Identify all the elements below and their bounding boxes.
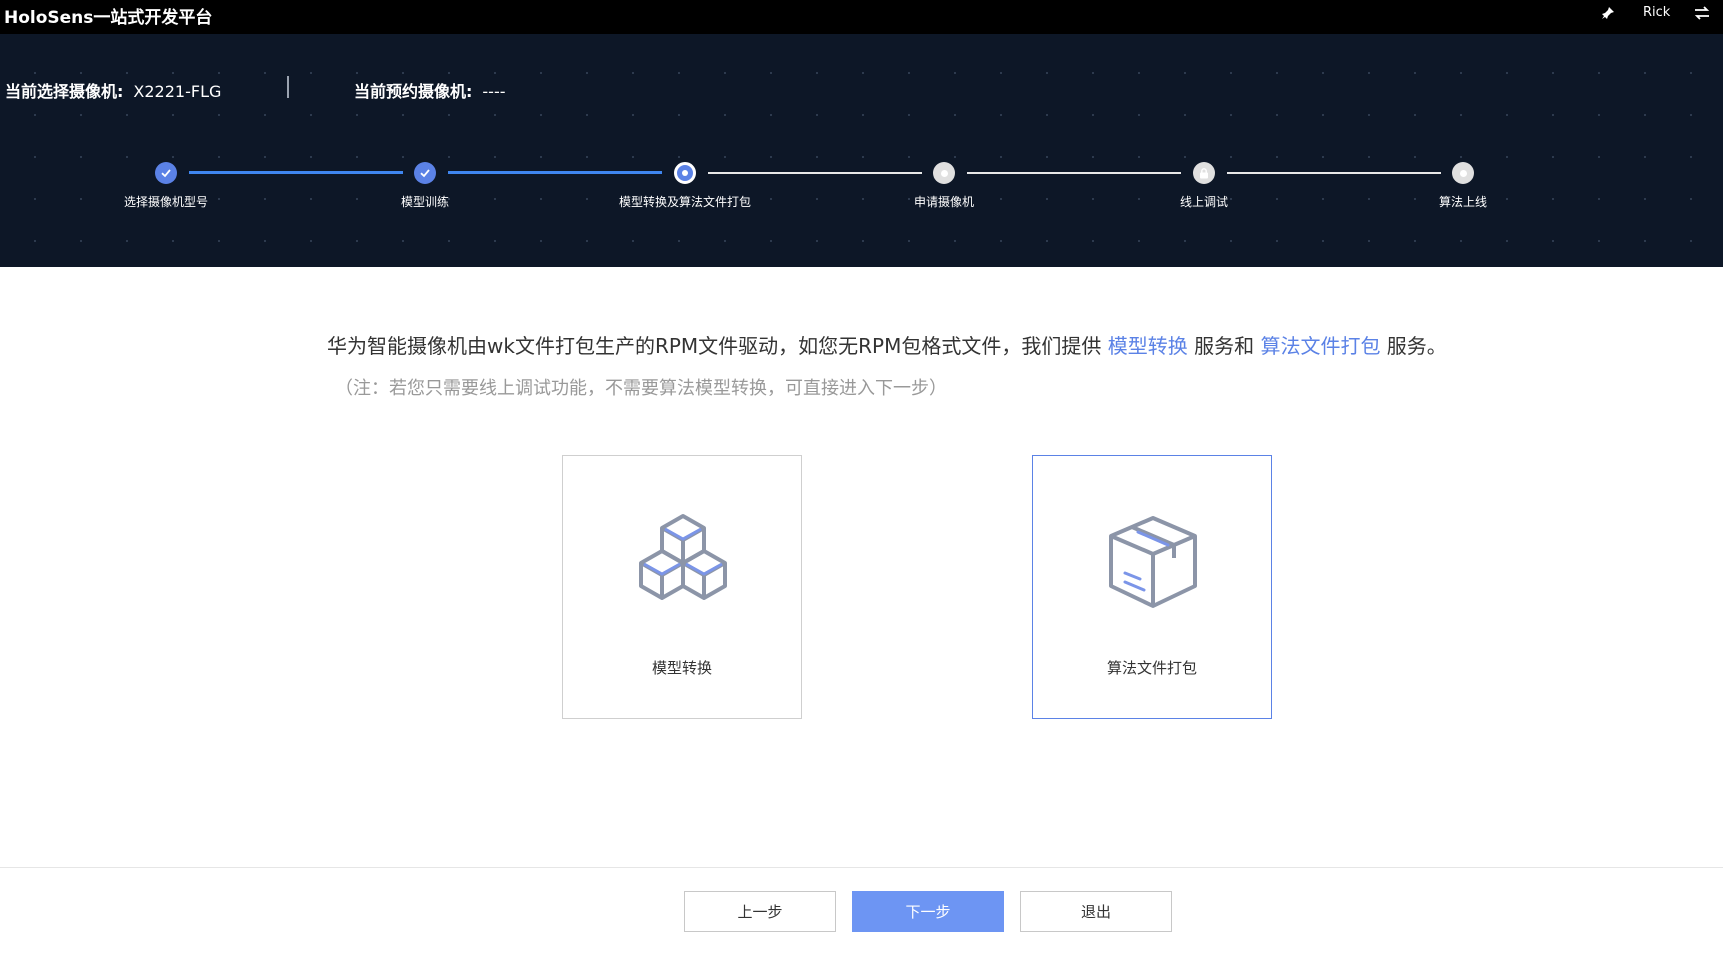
- step-5-lock-icon: [1193, 162, 1215, 184]
- step-6-pending-dot-icon: [1452, 162, 1474, 184]
- card-label: 算法文件打包: [1106, 659, 1197, 677]
- user-name[interactable]: Rick: [1643, 5, 1670, 20]
- step-2-check-icon: [414, 162, 436, 184]
- cubes-icon: [639, 514, 727, 600]
- next-step-button[interactable]: 下一步: [852, 891, 1004, 932]
- step-1-check-icon: [155, 162, 177, 184]
- intro-text-part: 服务。: [1380, 334, 1447, 358]
- switch-icon[interactable]: [1694, 6, 1710, 20]
- model-conversion-link[interactable]: 模型转换: [1108, 334, 1188, 358]
- step-connector: [967, 172, 1181, 174]
- step-label: 线上调试: [1179, 195, 1229, 209]
- step-connector: [448, 171, 662, 174]
- step-label: 选择摄像机型号: [123, 195, 209, 209]
- step-label: 申请摄像机: [913, 195, 975, 209]
- model-conversion-card[interactable]: 模型转换: [562, 455, 802, 719]
- step-3-active-dot-icon: [674, 162, 696, 184]
- intro-text: 华为智能摄像机由wk文件打包生产的RPM文件驱动，如您无RPM包格式文件，我们提…: [327, 330, 1447, 359]
- intro-text-part: 服务和: [1187, 334, 1261, 358]
- app-title: HoloSens一站式开发平台: [4, 8, 213, 28]
- step-connector: [189, 171, 403, 174]
- footer-divider: [0, 867, 1723, 868]
- intro-note: （注：若您只需要线上调试功能，不需要算法模型转换，可直接进入下一步）: [335, 378, 947, 399]
- prev-step-button[interactable]: 上一步: [684, 891, 836, 932]
- step-label: 算法上线: [1438, 195, 1488, 209]
- step-4-pending-dot-icon: [933, 162, 955, 184]
- exit-button[interactable]: 退出: [1020, 891, 1172, 932]
- algorithm-packaging-card[interactable]: 算法文件打包: [1032, 455, 1272, 719]
- step-connector: [708, 172, 922, 174]
- top-bar: HoloSens一站式开发平台 Rick: [0, 0, 1723, 34]
- intro-text-part: 华为智能摄像机由wk文件打包生产的RPM文件驱动，如您无RPM包格式文件，我们提…: [327, 334, 1108, 358]
- step-connector: [1227, 172, 1441, 174]
- step-label: 模型训练: [400, 195, 450, 209]
- package-box-icon: [1109, 516, 1197, 608]
- header-panel: 当前选择摄像机: X2221-FLG 当前预约摄像机: ---- 选择摄像机型号…: [0, 34, 1723, 267]
- step-label: 模型转换及算法文件打包: [618, 195, 752, 209]
- algorithm-packaging-link[interactable]: 算法文件打包: [1260, 334, 1380, 358]
- card-label: 模型转换: [651, 659, 712, 677]
- pin-icon[interactable]: [1601, 6, 1615, 20]
- progress-stepper: 选择摄像机型号 模型训练 模型转换及算法文件打包 申请摄像机 线上调试 算法上线: [0, 34, 1723, 267]
